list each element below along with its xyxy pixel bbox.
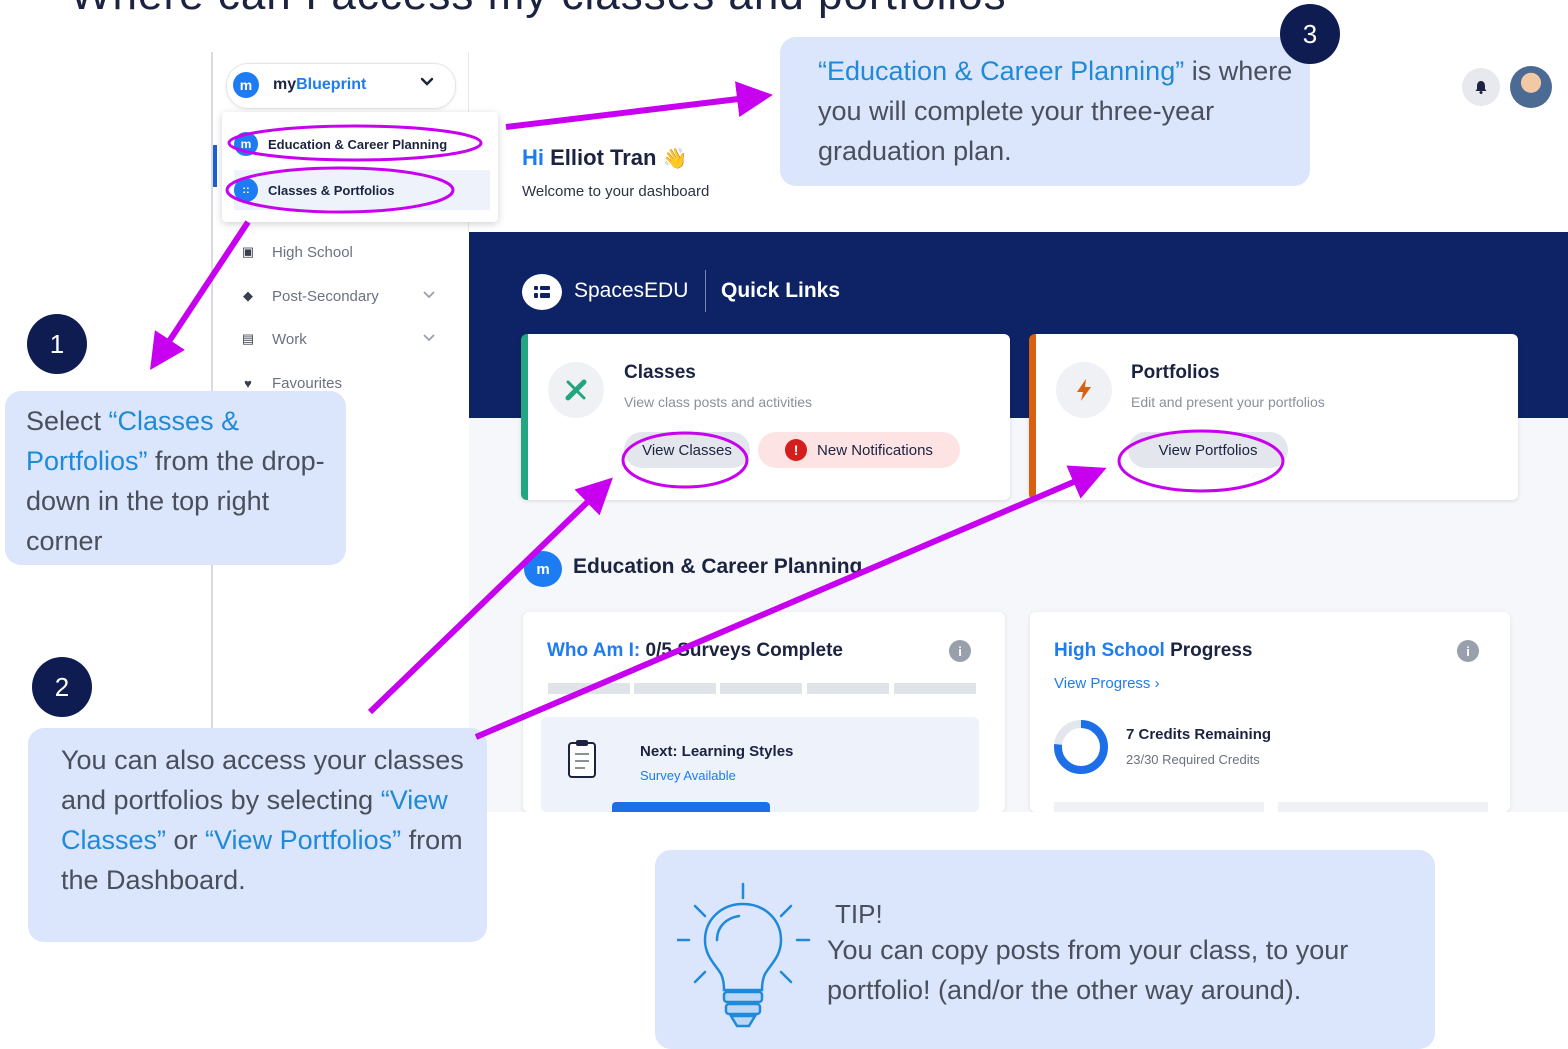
portfolios-subtitle: Edit and present your portfolios — [1131, 394, 1325, 410]
next-survey-title: Next: Learning Styles — [640, 743, 794, 760]
survey-progress-segment — [807, 683, 889, 694]
step-number-2: 2 — [32, 657, 92, 717]
sidebar-item-post-secondary[interactable]: ◆ Post-Secondary — [240, 284, 440, 308]
sidebar-item-work[interactable]: ▤ Work — [240, 327, 440, 351]
who-am-i-title: Who Am I: 0/5 Surveys Complete — [547, 640, 843, 661]
classes-subtitle: View class posts and activities — [624, 394, 813, 410]
callout-step-3: “Education & Career Planning” is where y… — [780, 37, 1310, 186]
welcome-text: Welcome to your dashboard — [522, 183, 710, 200]
spacesedu-logo-icon: :: — [234, 178, 258, 202]
spacesedu-logo-icon — [522, 274, 562, 310]
survey-progress-segment — [634, 683, 716, 694]
dropdown-item-label: Education & Career Planning — [268, 136, 448, 152]
spacesedu-brand: SpacesEDU — [574, 279, 689, 302]
lightning-icon — [1056, 362, 1112, 418]
tip-callout: TIP! You can copy posts from your class,… — [655, 850, 1435, 1049]
school-icon: ▣ — [241, 244, 255, 259]
app-switcher[interactable]: m myBlueprint — [226, 63, 456, 109]
view-portfolios-button[interactable]: View Portfolios — [1128, 432, 1288, 468]
chevron-down-icon[interactable] — [422, 289, 436, 303]
clipboard-icon — [567, 739, 597, 784]
view-progress-link[interactable]: View Progress › — [1054, 675, 1160, 692]
info-icon[interactable]: i — [949, 640, 971, 662]
credits-remaining: 7 Credits Remaining — [1126, 726, 1272, 743]
dropdown-item-label: Classes & Portfolios — [268, 182, 395, 198]
quick-links-title: Quick Links — [721, 279, 841, 302]
survey-progress-segment — [894, 683, 976, 694]
wave-icon: 👋 — [662, 148, 688, 170]
bell-icon[interactable] — [1462, 68, 1500, 106]
greeting: Hi Elliot Tran 👋 — [522, 145, 688, 170]
next-survey-box[interactable]: Next: Learning Styles Survey Available — [541, 717, 979, 812]
classes-icon — [548, 362, 604, 418]
credits-progress-ring — [1052, 718, 1110, 781]
alert-icon: ! — [785, 439, 808, 461]
classes-card: Classes View class posts and activities … — [521, 334, 1010, 500]
myblueprint-logo-icon: m — [524, 551, 562, 587]
required-credits: 23/30 Required Credits — [1126, 752, 1260, 767]
tip-title: TIP! — [835, 899, 883, 929]
sidebar-item-high-school[interactable]: ▣ High School — [240, 240, 353, 264]
step-number-1: 1 — [27, 314, 87, 374]
high-school-progress-card: High School Progress i View Progress › 7… — [1030, 612, 1510, 812]
page-heading: Where can I access my classes and portfo… — [70, 0, 1007, 20]
callout-step-2: You can also access your classes and por… — [28, 728, 487, 942]
callout-step-1: Select “Classes & Portfolios” from the d… — [5, 391, 346, 565]
portfolios-card: Portfolios Edit and present your portfol… — [1029, 334, 1518, 500]
classes-title: Classes — [624, 362, 696, 383]
survey-progress-segment — [548, 683, 630, 694]
graduation-cap-icon: ◆ — [243, 288, 253, 303]
lightbulb-icon — [675, 882, 817, 1043]
myblueprint-logo-icon: m — [233, 72, 259, 98]
start-survey-button[interactable] — [612, 802, 770, 812]
dropdown-item-education-career-planning[interactable]: m Education & Career Planning — [234, 124, 490, 164]
active-indicator — [213, 145, 217, 187]
high-school-progress-title: High School Progress — [1054, 640, 1253, 661]
survey-available-text: Survey Available — [640, 768, 736, 783]
app-name: myBlueprint — [273, 76, 367, 93]
progress-tile — [1278, 802, 1488, 812]
view-classes-button[interactable]: View Classes — [624, 432, 750, 468]
new-notifications-button[interactable]: ! New Notifications — [758, 432, 960, 468]
briefcase-icon: ▤ — [241, 331, 255, 346]
myblueprint-logo-icon: m — [234, 132, 258, 156]
chevron-down-icon[interactable] — [419, 74, 435, 95]
progress-tile — [1054, 802, 1264, 812]
chevron-down-icon[interactable] — [422, 332, 436, 346]
ecp-section-title: Education & Career Planning — [573, 555, 863, 578]
app-dropdown-menu: m Education & Career Planning :: Classes… — [222, 112, 498, 222]
divider — [705, 270, 706, 312]
tip-text: You can copy posts from your class, to y… — [827, 935, 1349, 1005]
survey-progress-segment — [720, 683, 802, 694]
info-icon[interactable]: i — [1457, 640, 1479, 662]
heart-icon: ♥ — [244, 375, 252, 391]
dropdown-item-classes-portfolios[interactable]: :: Classes & Portfolios — [234, 170, 490, 210]
avatar[interactable] — [1510, 66, 1552, 108]
portfolios-title: Portfolios — [1131, 362, 1220, 383]
chevron-right-icon: › — [1154, 675, 1160, 692]
step-number-3: 3 — [1280, 4, 1340, 64]
